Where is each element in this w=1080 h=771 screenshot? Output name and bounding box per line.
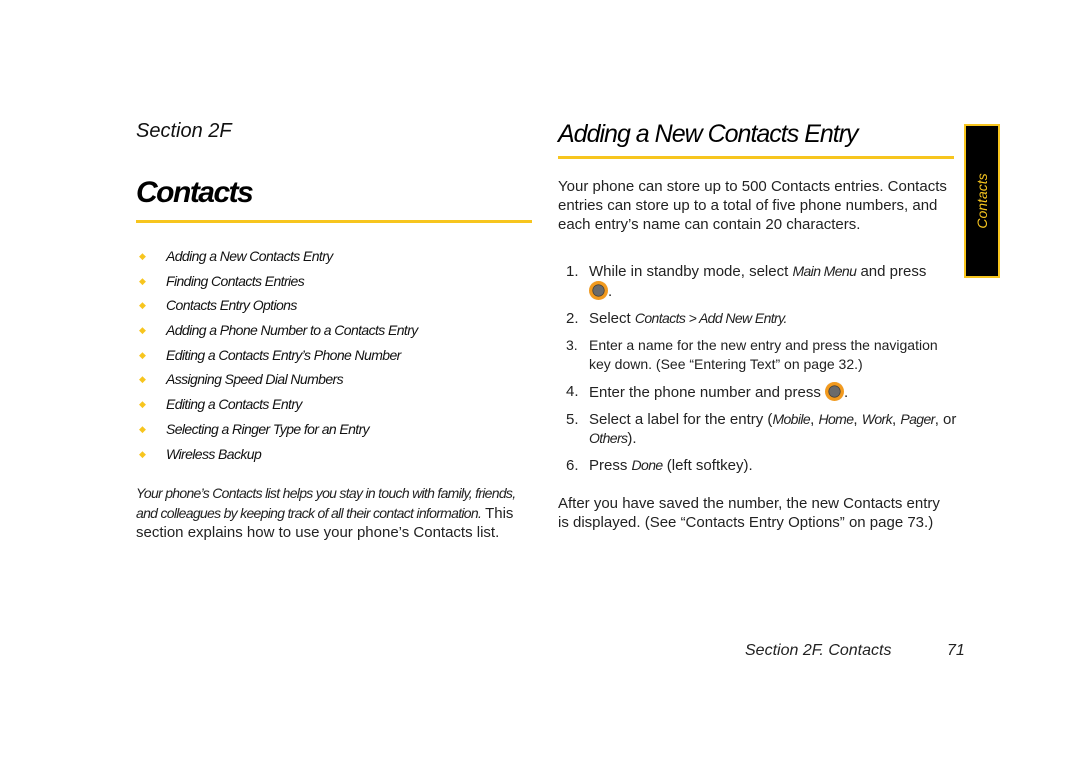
diamond-bullet-icon: ◆ [139,325,146,336]
toc-item[interactable]: ◆ Editing a Contacts Entry [136,392,418,417]
step-3: 3. Enter a name for the new entry and pre… [566,337,938,372]
menu-ok-key-icon [589,281,608,300]
diamond-bullet-icon: ◆ [139,300,146,311]
heading-rule [558,156,954,159]
toc-list: ◆ Adding a New Contacts Entry ◆ Finding Co… [136,244,418,466]
toc-item[interactable]: ◆ Wireless Backup [136,442,418,467]
footer-section: Section 2F. Contacts [745,642,892,659]
step-4: 4. Enter the phone number and press . [566,382,849,401]
toc-item[interactable]: ◆ Finding Contacts Entries [136,269,418,294]
section-label: Section 2F [136,120,232,142]
body-paragraph: Your phone can store up to 500 Contacts … [558,178,947,233]
steps-list: 1. While in standby mode, select Main Men… [566,262,960,483]
diamond-bullet-icon: ◆ [139,349,146,360]
step-1: 1. While in standby mode, select Main Men… [566,263,927,300]
menu-ok-key-icon [825,382,844,401]
chapter-title: Contacts [136,176,254,209]
toc-item[interactable]: ◆ Assigning Speed Dial Numbers [136,367,418,392]
step-6: 6. Press Done (left softkey). [566,457,753,474]
diamond-bullet-icon: ◆ [139,423,146,434]
toc-item[interactable]: ◆ Adding a New Contacts Entry [136,244,418,269]
toc-item[interactable]: ◆ Selecting a Ringer Type for an Entry [136,417,418,442]
page-number: 71 [947,642,965,659]
title-rule [136,220,532,223]
diamond-bullet-icon: ◆ [139,251,146,261]
diamond-bullet-icon: ◆ [139,275,146,286]
step-5: 5. Select a label for the entry (Mobile, … [566,411,957,447]
toc-item[interactable]: ◆ Contacts Entry Options [136,293,418,318]
intro-paragraph: Your phone’s Contacts list helps you sta… [136,485,516,541]
step-2: 2. Select Contacts > Add New Entry. [566,310,787,327]
diamond-bullet-icon: ◆ [139,448,146,459]
toc-item[interactable]: ◆ Editing a Contacts Entry’s Phone Number [136,343,418,368]
chapter-side-tab: Contacts [964,124,1000,278]
toc-item[interactable]: ◆ Adding a Phone Number to a Contacts Ent… [136,318,418,343]
diamond-bullet-icon: ◆ [139,399,146,410]
section-heading: Adding a New Contacts Entry [558,120,859,148]
diamond-bullet-icon: ◆ [139,374,146,385]
closing-paragraph: After you have saved the number, the new… [558,495,940,531]
